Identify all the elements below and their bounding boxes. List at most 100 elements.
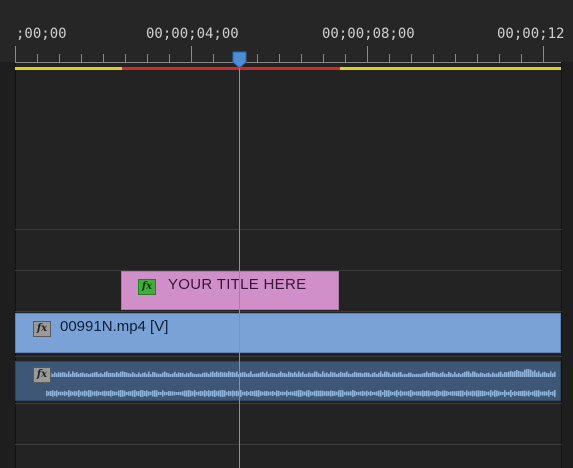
- waveform-bar: [228, 390, 230, 397]
- waveform-bar: [288, 371, 290, 377]
- waveform-bar: [142, 390, 144, 397]
- waveform-bar: [202, 391, 204, 396]
- waveform-bar: [168, 391, 170, 396]
- waveform-bar: [504, 390, 506, 397]
- waveform-bar: [228, 371, 230, 377]
- waveform-bar: [444, 390, 446, 397]
- waveform-bar: [86, 373, 88, 377]
- waveform-bar: [100, 372, 102, 377]
- waveform-bar: [308, 390, 310, 397]
- track-divider: [15, 356, 562, 357]
- waveform-bar: [190, 390, 192, 397]
- work-area-bar-yellow[interactable]: [340, 67, 561, 70]
- waveform-bar: [86, 391, 88, 396]
- fx-badge-icon[interactable]: fx: [33, 367, 51, 383]
- waveform-bar: [460, 374, 462, 377]
- waveform-bar: [264, 373, 266, 377]
- waveform-bar: [482, 373, 484, 377]
- waveform-bar: [456, 391, 458, 396]
- waveform-bar: [52, 373, 54, 377]
- waveform-bar: [512, 371, 514, 377]
- waveform-bar: [520, 371, 522, 377]
- waveform-bar: [300, 390, 302, 397]
- waveform-bar: [534, 390, 536, 397]
- waveform-bar: [108, 372, 110, 377]
- waveform-bar: [66, 391, 68, 396]
- video-clip[interactable]: fx 00991N.mp4 [V]: [15, 313, 561, 353]
- waveform-bar: [496, 373, 498, 377]
- waveform-bar: [480, 372, 482, 377]
- fx-badge-icon[interactable]: fx: [138, 279, 156, 295]
- waveform-bar: [302, 371, 304, 377]
- waveform-bar: [116, 371, 118, 377]
- playhead-line[interactable]: [239, 62, 240, 468]
- waveform-bar: [482, 390, 484, 397]
- waveform-bar: [488, 391, 490, 396]
- waveform-bar: [218, 390, 220, 397]
- track-divider: [15, 311, 562, 312]
- waveform-bar: [186, 390, 188, 397]
- waveform-bar: [78, 373, 80, 377]
- waveform-bar: [266, 390, 268, 397]
- title-clip[interactable]: fx YOUR TITLE HERE: [121, 271, 339, 310]
- waveform-bar: [532, 371, 534, 377]
- waveform-bar: [450, 373, 452, 377]
- waveform-bar: [394, 372, 396, 377]
- waveform-bar: [416, 373, 418, 377]
- waveform-bar: [178, 391, 180, 396]
- waveform-bar: [104, 390, 106, 397]
- waveform-bar: [542, 372, 544, 377]
- waveform-bar: [394, 391, 396, 396]
- waveform-bar: [466, 371, 468, 377]
- waveform-bar: [80, 391, 82, 396]
- waveform-bar: [180, 391, 182, 396]
- waveform-bar: [226, 391, 228, 396]
- waveform-bar: [328, 373, 330, 377]
- waveform-bar: [246, 390, 248, 397]
- waveform-bar: [298, 371, 300, 377]
- waveform-bar: [288, 391, 290, 396]
- waveform-bar: [184, 390, 186, 397]
- work-area-bar-red[interactable]: [122, 67, 340, 70]
- waveform-bar: [438, 373, 440, 377]
- waveform-bar: [150, 374, 152, 377]
- waveform-bar: [48, 391, 50, 396]
- waveform-bar: [508, 371, 510, 377]
- waveform-bar: [284, 373, 286, 377]
- work-area-bar-yellow[interactable]: [15, 67, 122, 70]
- waveform-bar: [192, 391, 194, 396]
- waveform-bar: [538, 390, 540, 397]
- waveform-bar: [532, 391, 534, 396]
- waveform-bar: [324, 373, 326, 377]
- waveform-bar: [184, 374, 186, 377]
- waveform-bar: [524, 369, 526, 377]
- waveform-bar: [400, 390, 402, 397]
- waveform-bar: [428, 373, 430, 377]
- waveform-bar: [478, 373, 480, 377]
- fx-badge-icon[interactable]: fx: [33, 321, 51, 337]
- waveform-bar: [74, 390, 76, 397]
- waveform-bar: [368, 391, 370, 396]
- waveform-bar: [90, 373, 92, 377]
- waveform-bar: [374, 372, 376, 377]
- waveform-bar: [346, 371, 348, 377]
- waveform-bar: [316, 371, 318, 377]
- time-ruler[interactable]: ;00;00 00;00;04;00 00;00;08;00 00;00;12: [0, 0, 573, 63]
- waveform-bar: [422, 373, 424, 377]
- timeline-panel[interactable]: ;00;00 00;00;04;00 00;00;08;00 00;00;12 …: [0, 0, 573, 468]
- track-divider: [15, 403, 562, 404]
- waveform-bar: [356, 372, 358, 377]
- waveform-bar: [490, 374, 492, 377]
- waveform-bar: [56, 373, 58, 377]
- waveform-bar: [76, 391, 78, 396]
- waveform-bar: [130, 373, 132, 377]
- waveform-bar: [198, 391, 200, 396]
- waveform-bar: [306, 390, 308, 397]
- waveform-bar: [410, 372, 412, 377]
- audio-clip[interactable]: fx: [15, 361, 561, 401]
- waveform-bar: [132, 390, 134, 397]
- playhead-handle-icon[interactable]: [232, 51, 247, 69]
- waveform-bar: [286, 390, 288, 397]
- waveform-bar: [540, 373, 542, 377]
- waveform-bar: [458, 390, 460, 397]
